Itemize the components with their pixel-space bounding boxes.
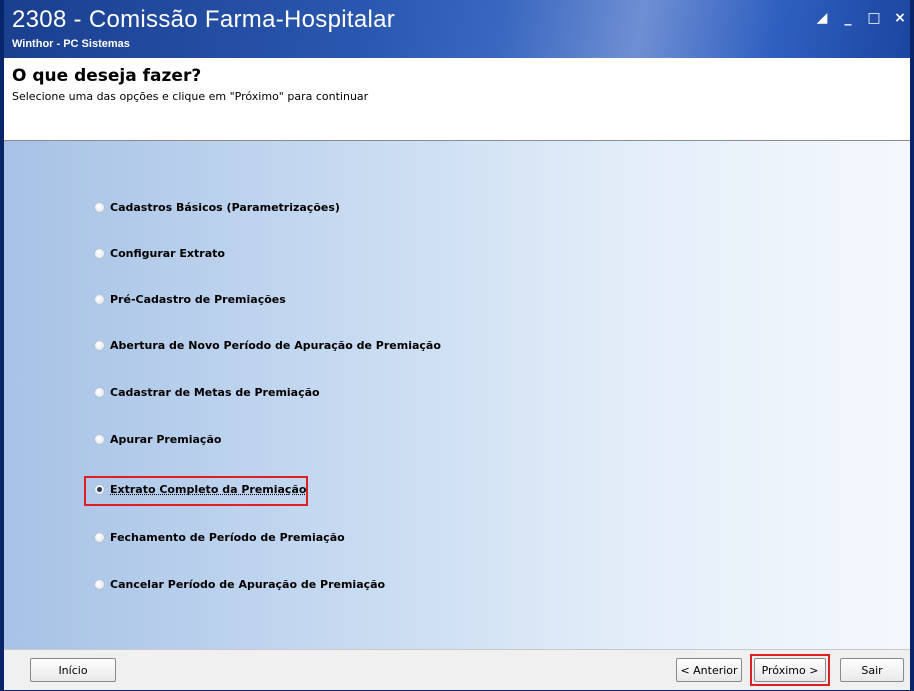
option-label: Cancelar Período de Apuração de Premiaçã… — [110, 578, 386, 591]
option-label: Pré-Cadastro de Premiações — [110, 293, 286, 306]
radio-button[interactable] — [94, 340, 105, 351]
option-label: Fechamento de Período de Premiação — [110, 531, 345, 544]
options-panel: Cadastros Básicos (Parametrizações) Conf… — [4, 141, 910, 649]
close-icon[interactable]: × — [892, 10, 908, 26]
inicio-button[interactable]: Início — [30, 658, 116, 682]
radio-button[interactable] — [94, 294, 105, 305]
page-instruction: Selecione uma das opções e clique em "Pr… — [12, 90, 369, 103]
proximo-button-label: Próximo > — [761, 663, 819, 677]
sair-button-label: Sair — [861, 663, 883, 677]
wizard-header: O que deseja fazer? Selecione uma das op… — [4, 58, 910, 141]
radio-button[interactable] — [94, 202, 105, 213]
option-label: Apurar Premiação — [110, 433, 222, 446]
radio-button[interactable] — [94, 434, 105, 445]
option-fechamento-periodo[interactable]: Fechamento de Período de Premiação — [84, 531, 345, 544]
inicio-button-label: Início — [58, 663, 88, 677]
minimize-icon[interactable]: _ — [840, 10, 856, 26]
radio-button[interactable] — [94, 248, 105, 259]
wizard-footer: Início < Anterior Próximo > Sair — [4, 649, 910, 690]
option-label: Abertura de Novo Período de Apuração de … — [110, 339, 441, 352]
restore-icon[interactable]: ◢ — [814, 10, 830, 26]
option-cadastrar-metas[interactable]: Cadastrar de Metas de Premiação — [84, 386, 320, 399]
window-controls: ◢ _ □ × — [814, 10, 908, 26]
radio-button[interactable] — [94, 532, 105, 543]
option-cadastros-basicos[interactable]: Cadastros Básicos (Parametrizações) — [84, 201, 340, 214]
maximize-icon[interactable]: □ — [866, 10, 882, 26]
title-bar[interactable]: 2308 - Comissão Farma-Hospitalar Winthor… — [4, 0, 910, 58]
proximo-button[interactable]: Próximo > — [754, 658, 826, 682]
radio-button[interactable] — [94, 387, 105, 398]
window-subtitle: Winthor - PC Sistemas — [12, 38, 130, 50]
sair-button[interactable]: Sair — [840, 658, 904, 682]
anterior-button-label: < Anterior — [680, 663, 738, 677]
option-abertura-periodo[interactable]: Abertura de Novo Período de Apuração de … — [84, 339, 441, 352]
selection-highlight — [84, 476, 308, 506]
window-title: 2308 - Comissão Farma-Hospitalar — [12, 6, 396, 33]
radio-button[interactable] — [94, 579, 105, 590]
option-cancelar-periodo[interactable]: Cancelar Período de Apuração de Premiaçã… — [84, 578, 385, 591]
page-title: O que deseja fazer? — [12, 66, 202, 86]
option-pre-cadastro[interactable]: Pré-Cadastro de Premiações — [84, 293, 286, 306]
option-apurar-premiacao[interactable]: Apurar Premiação — [84, 433, 221, 446]
anterior-button[interactable]: < Anterior — [676, 658, 742, 682]
option-configurar-extrato[interactable]: Configurar Extrato — [84, 247, 225, 260]
option-label: Cadastrar de Metas de Premiação — [110, 386, 320, 399]
option-label: Cadastros Básicos (Parametrizações) — [110, 201, 340, 214]
option-label: Configurar Extrato — [110, 247, 225, 260]
wizard-window: 2308 - Comissão Farma-Hospitalar Winthor… — [0, 0, 914, 691]
